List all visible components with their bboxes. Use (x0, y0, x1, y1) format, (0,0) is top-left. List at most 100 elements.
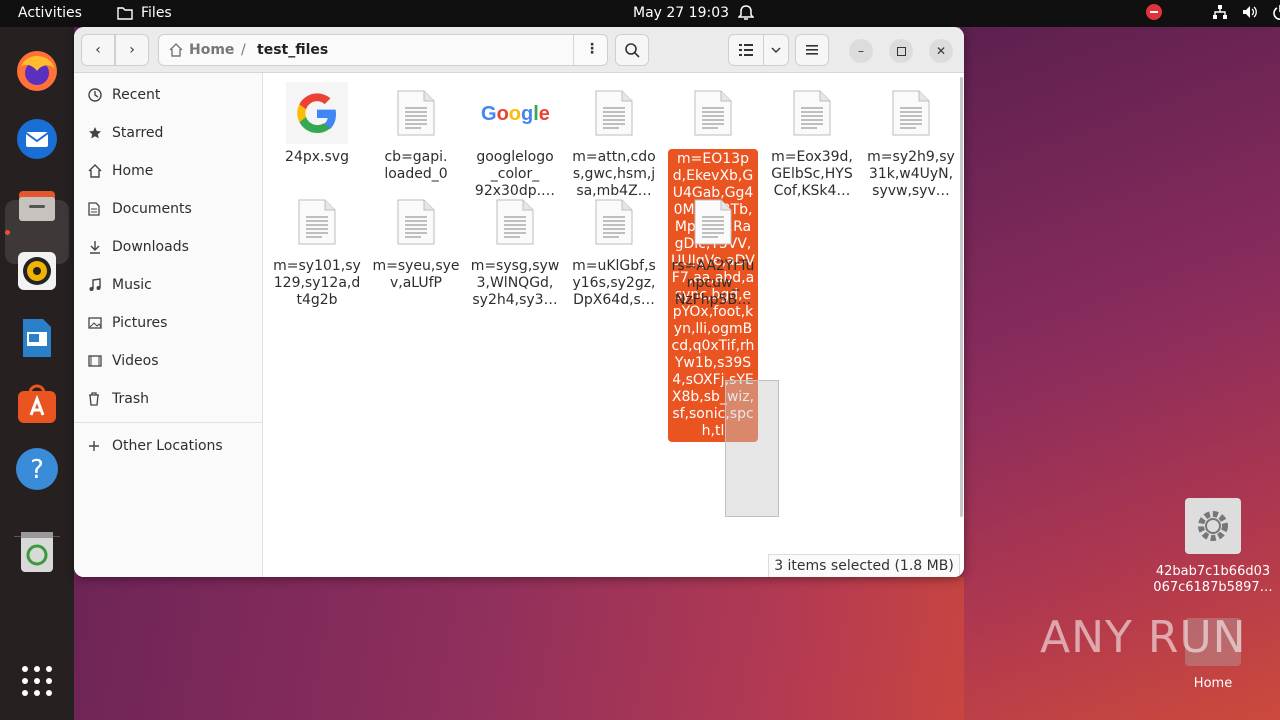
status-bar: 3 items selected (1.8 MB) (768, 554, 960, 577)
sidebar-item-other-locations[interactable]: Other Locations (74, 428, 263, 464)
maximize-button[interactable] (889, 39, 913, 63)
path-bar[interactable]: Home / test_files ⋮ (158, 34, 608, 66)
file-name: cb=gapi. loaded_0 (384, 149, 448, 182)
hamburger-menu-icon (806, 45, 818, 55)
path-menu-icon[interactable]: ⋮ (585, 41, 599, 57)
file-item[interactable]: m=attn,cdo s,gwc,hsm,j sa,mb4Z… (569, 81, 659, 200)
files-icon[interactable] (13, 181, 61, 229)
file-item[interactable]: m=Eox39d, GElbSc,HYS Cof,KSk4… (767, 81, 857, 200)
network-icon (1213, 5, 1227, 19)
document-icon (668, 81, 758, 145)
path-separator: / (241, 42, 246, 58)
desktop-home-label: Home (1193, 676, 1233, 691)
sidebar-item-music[interactable]: Music (74, 267, 263, 303)
file-grid[interactable]: 24px.svg cb=gapi. loaded_0 Google googlelog… (263, 73, 964, 577)
close-icon: ✕ (935, 44, 947, 58)
system-tray[interactable] (1146, 4, 1280, 20)
files-window: ‹ › Home / test_files ⋮ – ✕ Recent Starr… (74, 27, 964, 577)
path-divider (573, 35, 574, 65)
sidebar-item-downloads[interactable]: Downloads (74, 229, 263, 265)
sidebar-item-starred[interactable]: Starred (74, 115, 263, 151)
power-icon (1273, 5, 1280, 20)
sidebar-divider (74, 422, 263, 423)
svg-text:Google: Google (481, 103, 549, 125)
desktop-file-icon[interactable]: 42bab7c1b66d03 067c6187b5897… (1150, 498, 1276, 596)
google-g-icon (272, 81, 362, 145)
download-icon (74, 240, 112, 254)
desktop-file-label: 42bab7c1b66d03 067c6187b5897… (1153, 564, 1273, 595)
volume-icon (1243, 6, 1257, 18)
search-button[interactable] (615, 34, 649, 66)
minimize-button[interactable]: – (849, 39, 873, 63)
close-button[interactable]: ✕ (929, 39, 953, 63)
file-item[interactable]: cb=gapi. loaded_0 (371, 81, 461, 183)
file-name: m=uKlGbf,s y16s,sy2gz, DpX64d,s… (572, 258, 656, 308)
video-icon (74, 355, 112, 367)
file-item[interactable]: m=uKlGbf,s y16s,sy2gz, DpX64d,s… (569, 190, 659, 309)
back-button[interactable]: ‹ (81, 34, 115, 66)
document-icon (767, 81, 857, 145)
file-item[interactable]: m=sysg,syw 3,WlNQGd, sy2h4,sy3… (470, 190, 560, 309)
path-current[interactable]: test_files (257, 42, 328, 58)
search-icon (624, 42, 640, 58)
sidebar-item-trash[interactable]: Trash (74, 381, 263, 417)
view-options-button[interactable] (763, 34, 789, 66)
sidebar-item-home[interactable]: Home (74, 153, 263, 189)
file-item[interactable]: 24px.svg (272, 81, 362, 166)
document-icon (569, 81, 659, 145)
document-icon (569, 190, 659, 254)
file-name: 24px.svg (285, 149, 349, 165)
gear-icon (1185, 498, 1241, 554)
writer-icon[interactable] (13, 314, 61, 362)
file-name: m=sy101,sy 129,sy12a,d t4g2b (273, 258, 361, 308)
forward-button[interactable]: › (115, 34, 149, 66)
rhythmbox-icon[interactable] (13, 247, 61, 295)
sidebar-item-label: Other Locations (112, 438, 223, 454)
app-menu[interactable]: Files (117, 5, 172, 21)
sidebar-item-label: Trash (112, 391, 149, 407)
sidebar-item-pictures[interactable]: Pictures (74, 305, 263, 341)
app-center-icon[interactable] (13, 379, 61, 427)
maximize-icon (896, 46, 906, 56)
document-icon (272, 190, 362, 254)
dock: ? (0, 27, 74, 720)
firefox-icon[interactable] (13, 47, 61, 95)
minimize-icon: – (858, 44, 864, 58)
chevron-down-icon (771, 47, 781, 53)
sidebar: Recent Starred Home Documents Downloads Music… (74, 73, 263, 577)
sidebar-item-label: Videos (112, 353, 159, 369)
help-icon[interactable]: ? (13, 445, 61, 493)
sidebar-item-videos[interactable]: Videos (74, 343, 263, 379)
trash-icon[interactable] (13, 527, 61, 575)
path-home[interactable]: Home (169, 42, 234, 58)
scrollbar[interactable] (960, 77, 963, 517)
file-item[interactable]: m=sy2h9,sy 31k,w4UyN, syvw,syv… (866, 81, 956, 200)
document-icon (668, 190, 758, 254)
music-icon (74, 278, 112, 292)
activities-button[interactable]: Activities (18, 5, 82, 21)
file-name: m=sy2h9,sy 31k,w4UyN, syvw,syv… (867, 149, 955, 199)
document-icon (371, 190, 461, 254)
sidebar-item-documents[interactable]: Documents (74, 191, 263, 227)
document-icon (371, 81, 461, 145)
file-name: rs=AA2YrTu npcuw_ NzFhp5B… (671, 258, 755, 308)
list-view-icon (739, 44, 753, 56)
main-menu-button[interactable] (795, 34, 829, 66)
sidebar-item-label: Starred (112, 125, 164, 141)
file-item[interactable]: rs=AA2YrTu npcuw_ NzFhp5B… (668, 190, 758, 309)
document-icon (866, 81, 956, 145)
svg-text:?: ? (30, 455, 44, 485)
thunderbird-icon[interactable] (13, 115, 61, 163)
file-item[interactable]: m=syeu,sye v,aLUfP (371, 190, 461, 292)
path-home-label: Home (189, 42, 235, 58)
clock[interactable]: May 27 19:03 (633, 5, 729, 21)
folder-icon (117, 7, 133, 20)
notification-bell-icon[interactable] (737, 4, 755, 26)
document-icon (74, 202, 112, 216)
file-name: m=syeu,sye v,aLUfP (372, 258, 460, 291)
sidebar-item-recent[interactable]: Recent (74, 77, 263, 113)
show-apps-icon[interactable] (13, 657, 61, 705)
view-list-button[interactable] (728, 34, 764, 66)
file-item[interactable]: Google googlelogo _color_ 92x30dp.… (470, 81, 560, 200)
file-item[interactable]: m=sy101,sy 129,sy12a,d t4g2b (272, 190, 362, 309)
